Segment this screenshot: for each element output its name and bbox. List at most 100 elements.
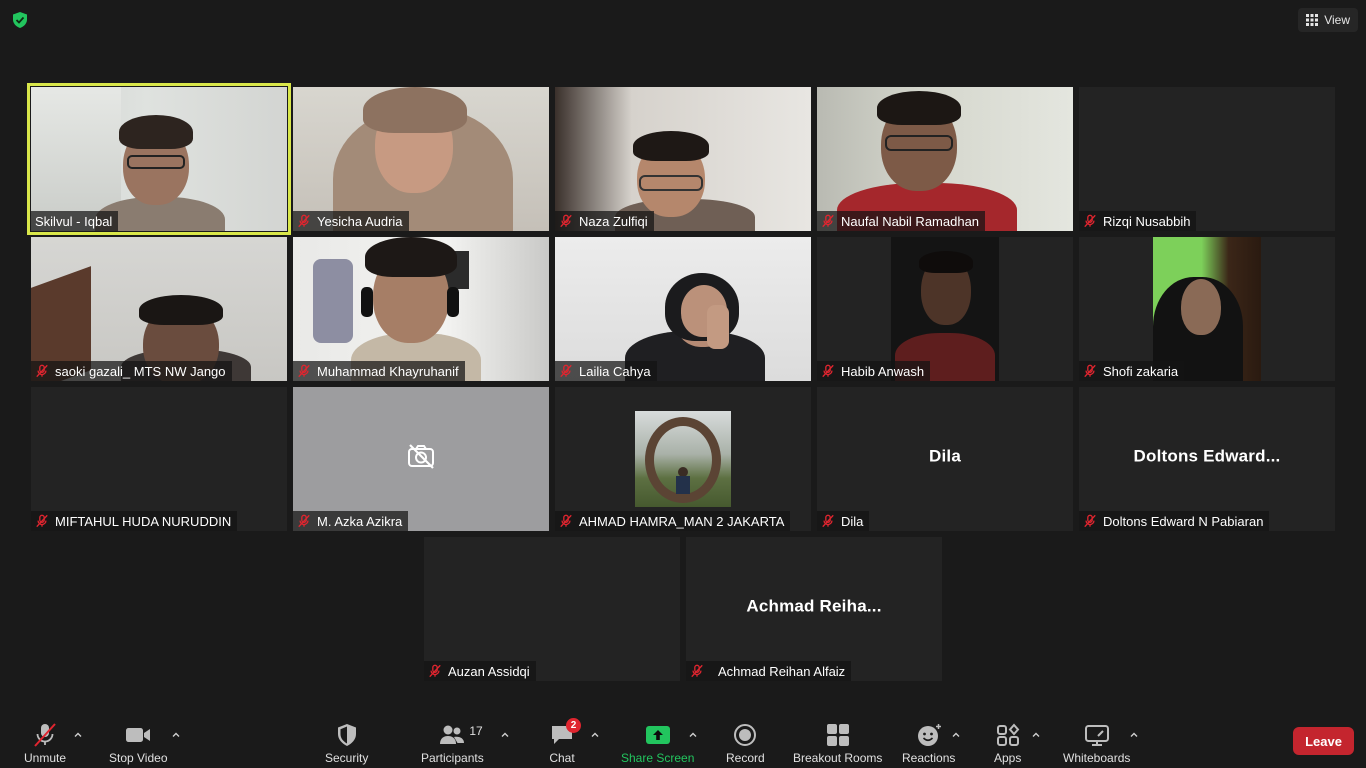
grid-view-icon [1306, 14, 1319, 26]
participants-options-caret-icon[interactable] [500, 730, 510, 740]
stop-video-button[interactable]: Stop Video [109, 718, 168, 765]
view-button[interactable]: View [1298, 8, 1358, 32]
mic-muted-icon [821, 514, 835, 528]
mic-muted-icon [821, 214, 835, 228]
video-tile-doltons-edward[interactable]: Doltons Edward... Doltons Edward N Pabia… [1079, 387, 1335, 531]
participant-display-name: Dila [929, 446, 961, 466]
participants-button[interactable]: 17 Participants [421, 718, 484, 765]
participant-name: saoki gazali_ MTS NW Jango [55, 363, 226, 379]
video-feed [31, 237, 287, 381]
whiteboards-label: Whiteboards [1063, 751, 1131, 765]
participants-icon-wrap: 17 [439, 722, 483, 748]
video-tile-naufal-nabil-ramadhan[interactable]: Naufal Nabil Ramadhan [817, 87, 1073, 231]
video-tile-habib-anwash[interactable]: Habib Anwash [817, 237, 1073, 381]
participant-name-tag: Achmad Reihan Alfaiz [686, 661, 852, 681]
video-tile-saoki-gazali[interactable]: saoki gazali_ MTS NW Jango [31, 237, 287, 381]
stop-video-label: Stop Video [109, 751, 168, 765]
whiteboards-button[interactable]: Whiteboards [1063, 718, 1130, 765]
video-tile-muhammad-khayruhanif[interactable]: Muhammad Khayruhanif [293, 237, 549, 381]
unmute-button[interactable]: Unmute [24, 718, 66, 765]
participant-name: Naza Zulfiqi [579, 213, 648, 229]
whiteboard-icon [1084, 725, 1109, 746]
video-tile-miftahul-huda[interactable]: MIFTAHUL HUDA NURUDDIN [31, 387, 287, 531]
chat-icon-wrap: 2 [549, 718, 581, 748]
mic-muted-icon [35, 514, 49, 528]
mic-muted-icon [35, 364, 49, 378]
video-feed [817, 237, 1073, 381]
video-feed [31, 87, 287, 231]
video-tile-naza-zulfiqi[interactable]: Naza Zulfiqi [555, 87, 811, 231]
video-tile-lailia-cahya[interactable]: Lailia Cahya [555, 237, 811, 381]
video-tile-auzan-assidqi[interactable]: Auzan Assidqi [424, 537, 680, 681]
video-camera-icon [126, 728, 151, 742]
share-screen-button[interactable]: Share Screen [621, 718, 694, 765]
participant-name: Achmad Reihan Alfaiz [718, 663, 846, 679]
security-label: Security [325, 751, 369, 765]
leave-button[interactable]: Leave [1293, 727, 1354, 755]
share-screen-label: Share Screen [621, 751, 695, 765]
participant-name-tag: Dila [817, 511, 870, 531]
record-icon [734, 724, 757, 746]
participant-name: Habib Anwash [841, 363, 925, 379]
breakout-rooms-button[interactable]: Breakout Rooms [793, 718, 882, 765]
video-tile-ahmad-hamra[interactable]: AHMAD HAMRA_MAN 2 JAKARTA [555, 387, 811, 531]
video-tile-rizqi-nusabbih[interactable]: Rizqi Nusabbih [1079, 87, 1335, 231]
mic-muted-icon [428, 664, 442, 678]
chat-button[interactable]: 2 Chat [549, 718, 581, 765]
view-label: View [1324, 13, 1350, 27]
video-tile-m-azka-azikra[interactable]: M. Azka Azikra [293, 387, 549, 531]
participants-icon [440, 725, 465, 744]
meeting-toolbar: Unmute Stop Video Security 17 Participan… [0, 716, 1366, 768]
video-tile-dila[interactable]: Dila Dila [817, 387, 1073, 531]
mic-muted-icon [1083, 514, 1097, 528]
reactions-options-caret-icon[interactable] [951, 730, 961, 740]
whiteboards-options-caret-icon[interactable] [1129, 730, 1139, 740]
profile-photo [635, 411, 731, 507]
audio-options-caret-icon[interactable] [73, 730, 83, 740]
chat-unread-badge: 2 [566, 718, 581, 733]
participant-name-tag: Shofi zakaria [1079, 361, 1185, 381]
participant-name: Lailia Cahya [579, 363, 651, 379]
reactions-button[interactable]: Reactions [902, 718, 955, 765]
participants-count: 17 [469, 724, 483, 738]
encryption-shield-icon[interactable] [11, 11, 29, 29]
share-options-caret-icon[interactable] [688, 730, 698, 740]
participant-name-tag: Habib Anwash [817, 361, 931, 381]
apps-label: Apps [994, 751, 1022, 765]
participant-name-tag: Lailia Cahya [555, 361, 657, 381]
video-tile-yesicha-audria[interactable]: Yesicha Audria [293, 87, 549, 231]
mic-muted-icon [690, 664, 704, 678]
participant-display-name: Achmad Reiha... [746, 596, 882, 616]
participant-name: Dila [841, 513, 864, 529]
video-tile-shofi-zakaria[interactable]: Shofi zakaria [1079, 237, 1335, 381]
participant-name: Muhammad Khayruhanif [317, 363, 459, 379]
participants-label: Participants [421, 751, 484, 765]
mic-muted-icon [1083, 214, 1097, 228]
video-tile-achmad-reihan[interactable]: Achmad Reiha... Achmad Reihan Alfaiz [686, 537, 942, 681]
apps-options-caret-icon[interactable] [1031, 730, 1041, 740]
mic-muted-icon [559, 364, 573, 378]
participant-name-tag: Yesicha Audria [293, 211, 409, 231]
record-button[interactable]: Record [726, 718, 765, 765]
breakout-rooms-label: Breakout Rooms [793, 751, 883, 765]
participant-display-name: Doltons Edward... [1133, 446, 1281, 466]
reactions-smiley-icon [917, 723, 942, 746]
participant-name-tag: MIFTAHUL HUDA NURUDDIN [31, 511, 238, 531]
participant-name: MIFTAHUL HUDA NURUDDIN [55, 513, 232, 529]
participant-name-tag: Auzan Assidqi [424, 661, 536, 681]
mic-muted-icon [1083, 364, 1097, 378]
video-feed [293, 237, 549, 381]
participant-name-tag: Doltons Edward N Pabiaran [1079, 511, 1270, 531]
apps-icon [996, 723, 1020, 746]
participant-name-tag: Rizqi Nusabbih [1079, 211, 1197, 231]
mic-muted-icon [559, 514, 573, 528]
apps-button[interactable]: Apps [994, 718, 1021, 765]
participant-name: Shofi zakaria [1103, 363, 1179, 379]
chat-options-caret-icon[interactable] [590, 730, 600, 740]
breakout-rooms-grid-icon [826, 724, 849, 746]
video-feed [817, 87, 1073, 231]
video-tile-skilvul-iqbal[interactable]: Skilvul - Iqbal [27, 83, 291, 235]
security-button[interactable]: Security [325, 718, 368, 765]
video-options-caret-icon[interactable] [171, 730, 181, 740]
participant-name-tag: Skilvul - Iqbal [31, 211, 119, 231]
